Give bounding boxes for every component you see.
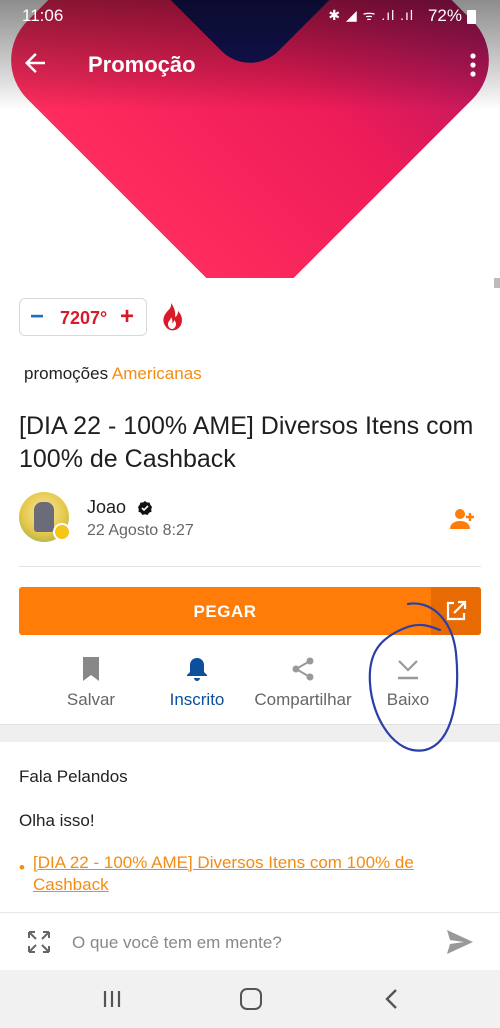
bookmark-icon bbox=[83, 657, 99, 681]
category-prefix: promoções bbox=[24, 364, 109, 383]
vote-count: 7207° bbox=[60, 308, 108, 328]
status-bar: 11:06 ✱ ◢ ᯤ .ıl .ıl 72% bbox=[0, 0, 500, 32]
system-nav-bar bbox=[0, 970, 500, 1028]
downvote-button[interactable]: Baixo bbox=[368, 652, 448, 722]
list-bullet: • bbox=[19, 858, 25, 877]
content-greeting: Fala Pelandos bbox=[19, 767, 128, 786]
vote-control: − 7207° + bbox=[19, 298, 147, 336]
action-row: Salvar Inscrito Compartilhar Baixo bbox=[0, 652, 500, 722]
app-bar: Promoção bbox=[0, 40, 500, 88]
post-date: 22 Agosto 8:27 bbox=[87, 522, 194, 539]
follow-user-icon[interactable] bbox=[449, 508, 475, 530]
vote-down-button[interactable]: − bbox=[30, 303, 44, 331]
expand-icon[interactable] bbox=[27, 930, 51, 954]
battery-level: 72% bbox=[427, 6, 462, 25]
get-deal-button[interactable]: PEGAR bbox=[19, 587, 481, 635]
fire-icon bbox=[163, 303, 182, 331]
share-label: Compartilhar bbox=[254, 690, 352, 709]
page-title: Promoção bbox=[88, 52, 196, 77]
downvote-label: Baixo bbox=[386, 690, 430, 709]
chevron-down-icon bbox=[398, 660, 418, 680]
divider bbox=[19, 566, 481, 567]
author-name[interactable]: Joao bbox=[87, 497, 126, 518]
verified-icon bbox=[138, 501, 152, 515]
comment-bar bbox=[0, 912, 500, 970]
back-icon[interactable] bbox=[383, 988, 399, 1010]
bell-icon bbox=[187, 658, 207, 681]
subscribe-button[interactable]: Inscrito bbox=[152, 652, 242, 722]
content-line: Olha isso! bbox=[19, 811, 95, 830]
store-link[interactable]: Americanas bbox=[112, 364, 202, 383]
battery-icon bbox=[467, 10, 476, 24]
more-vert-icon[interactable] bbox=[466, 52, 480, 78]
share-icon bbox=[292, 657, 314, 681]
comment-input[interactable] bbox=[72, 931, 402, 955]
deal-link[interactable]: [DIA 22 - 100% AME] Diversos Itens com 1… bbox=[33, 852, 453, 896]
scrollbar[interactable] bbox=[494, 278, 500, 288]
deal-title: [DIA 22 - 100% AME] Diversos Itens com 1… bbox=[19, 412, 474, 473]
recent-apps-icon[interactable] bbox=[102, 990, 122, 1008]
vote-up-button[interactable]: + bbox=[120, 303, 134, 331]
deal-category: promoções Americanas bbox=[24, 364, 202, 384]
user-badge-icon bbox=[53, 523, 71, 541]
home-icon[interactable] bbox=[240, 988, 262, 1010]
status-icons: ✱ ◢ ᯤ .ıl .ıl bbox=[328, 7, 414, 23]
section-divider bbox=[0, 724, 500, 742]
share-button[interactable]: Compartilhar bbox=[244, 652, 362, 722]
open-external-icon bbox=[446, 600, 467, 621]
status-time: 11:06 bbox=[22, 6, 64, 25]
open-external-button[interactable] bbox=[431, 587, 481, 635]
save-button[interactable]: Salvar bbox=[46, 652, 136, 722]
subscribe-label: Inscrito bbox=[169, 690, 225, 709]
send-icon[interactable] bbox=[446, 929, 474, 955]
get-deal-label: PEGAR bbox=[193, 602, 257, 621]
arrow-left-icon[interactable] bbox=[20, 48, 50, 78]
save-label: Salvar bbox=[66, 690, 116, 709]
